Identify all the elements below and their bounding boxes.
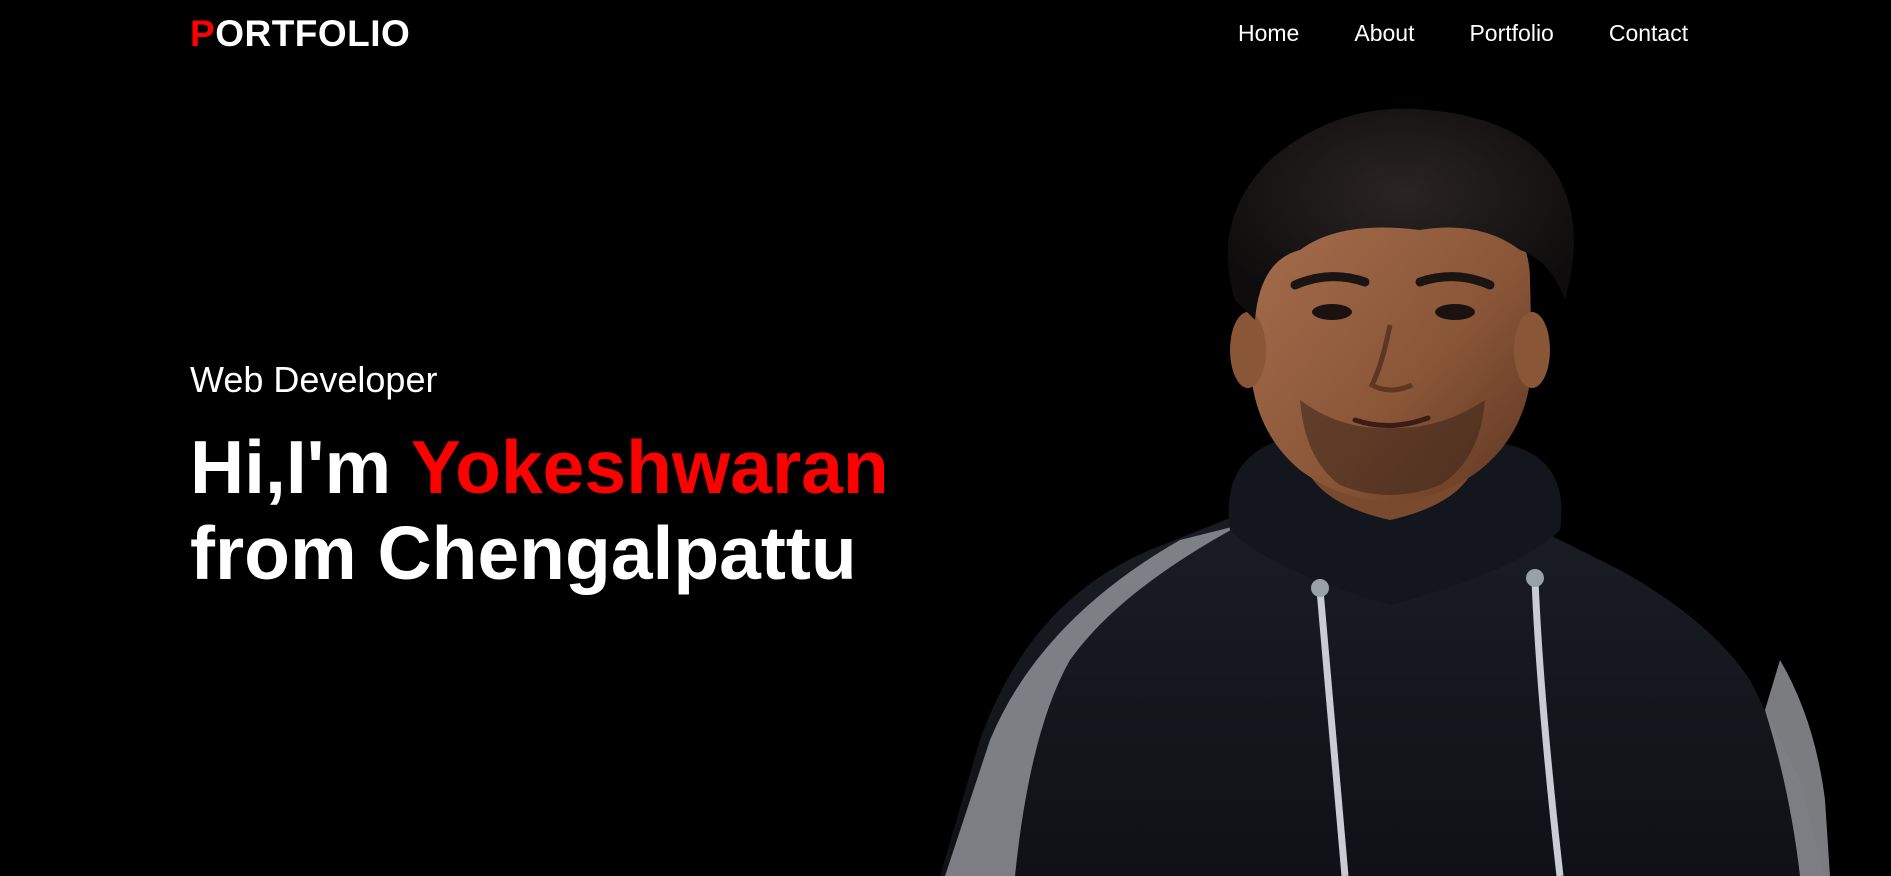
hero-greeting: Hi,I'm xyxy=(190,425,411,509)
nav-contact-link[interactable]: Contact xyxy=(1609,18,1688,48)
nav-home-link[interactable]: Home xyxy=(1238,18,1299,48)
main-nav: Home About Portfolio Contact xyxy=(1238,18,1688,48)
eyelet-left xyxy=(1311,579,1329,597)
nav-portfolio-link[interactable]: Portfolio xyxy=(1469,18,1553,48)
eye-left xyxy=(1312,304,1352,320)
hero-name: Yokeshwaran xyxy=(410,425,889,509)
eyelet-right xyxy=(1526,569,1544,587)
ear-right xyxy=(1514,312,1550,388)
hero-location: from Chengalpattu xyxy=(190,511,857,595)
eye-right xyxy=(1435,304,1475,320)
portrait-photo xyxy=(940,108,1830,876)
logo[interactable]: PORTFOLIO xyxy=(190,12,410,56)
ear-left xyxy=(1230,312,1266,388)
site-header: PORTFOLIO Home About Portfolio Contact xyxy=(0,0,1891,68)
nav-about-link[interactable]: About xyxy=(1354,18,1414,48)
hero-subtitle: Web Developer xyxy=(190,359,438,400)
logo-text: ORTFOLIO xyxy=(215,13,411,54)
logo-accent-letter: P xyxy=(190,13,216,54)
hero-headline: Hi,I'm Yokeshwaran from Chengalpattu xyxy=(190,424,990,596)
hero-section: Web Developer Hi,I'm Yokeshwaran from Che… xyxy=(190,358,990,596)
page: PORTFOLIO Home About Portfolio Contact W… xyxy=(0,0,1891,876)
